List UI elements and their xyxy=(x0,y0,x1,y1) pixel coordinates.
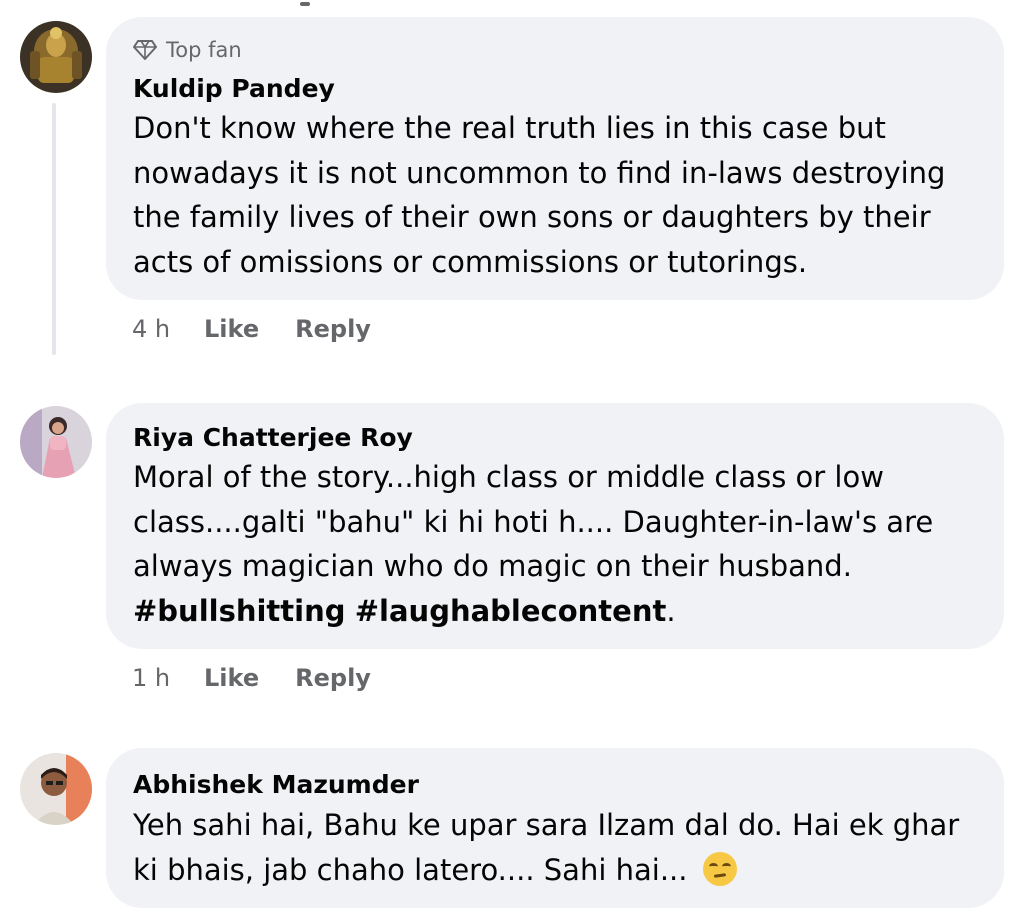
comment-text: Moral of the story...high class or middl… xyxy=(133,455,993,633)
comment-text-line-content: ki bhais, jab chaho latero.... Sahi hai.… xyxy=(133,852,688,887)
avatar-image-icon xyxy=(20,406,92,478)
comment-text: Don't know where the real truth lies in … xyxy=(133,106,993,284)
hashtag-end: . xyxy=(666,593,676,628)
comment-text: Yeh sahi hai, Bahu ke upar sara Ilzam da… xyxy=(133,803,993,892)
hashtag-link[interactable]: #bullshitting xyxy=(133,594,346,628)
badge-label: Top fan xyxy=(166,38,242,62)
comment-text-line: class....galti "bahu" ki hi hoti h.... D… xyxy=(133,504,934,539)
comment-bubble: Riya Chatterjee Roy Moral of the story..… xyxy=(106,403,1004,649)
avatar-image-icon xyxy=(20,753,92,825)
unamused-face-icon xyxy=(702,851,737,886)
previous-comment-fragment xyxy=(300,0,390,6)
comment-author[interactable]: Riya Chatterjee Roy xyxy=(133,423,413,452)
like-button[interactable]: Like xyxy=(204,315,259,343)
comment-bubble: Abhishek Mazumder Yeh sahi hai, Bahu ke … xyxy=(106,748,1004,908)
diamond-icon xyxy=(133,40,157,60)
comment-text-line: always magician who do magic on their hu… xyxy=(133,549,852,583)
comment-bubble: Top fan Kuldip Pandey Don't know where t… xyxy=(106,17,1004,300)
hashtag-line: #bullshitting #laughablecontent. xyxy=(133,589,993,634)
comment-text-line: Don't know where the real truth lies in … xyxy=(133,111,886,145)
comment-text-line: ki bhais, jab chaho latero.... Sahi hai.… xyxy=(133,848,993,893)
reply-button[interactable]: Reply xyxy=(295,664,371,692)
avatar[interactable] xyxy=(20,753,92,825)
reply-button[interactable]: Reply xyxy=(295,315,371,343)
comment-author[interactable]: Kuldip Pandey xyxy=(133,74,335,103)
comment-timestamp[interactable]: 4 h xyxy=(132,315,204,343)
comment-actions: 1 h Like Reply xyxy=(132,663,407,693)
comment-text-line: nowadays it is not uncommon to find in-l… xyxy=(133,155,946,190)
hashtag-link[interactable]: #laughablecontent xyxy=(355,594,667,628)
comment-author[interactable]: Abhishek Mazumder xyxy=(133,770,419,799)
comment-text-line: acts of omissions or commissions or tuto… xyxy=(133,244,808,279)
avatar[interactable] xyxy=(20,21,92,93)
avatar[interactable] xyxy=(20,406,92,478)
comment-text-line: Yeh sahi hai, Bahu ke upar sara Ilzam da… xyxy=(133,808,960,842)
reply-thread-line xyxy=(52,103,56,355)
comment-text-line: Moral of the story...high class or middl… xyxy=(133,460,884,494)
comment-actions: 4 h Like Reply xyxy=(132,314,407,344)
comment-text-line: the family lives of their own sons or da… xyxy=(133,200,931,234)
comment-timestamp[interactable]: 1 h xyxy=(132,664,204,692)
avatar-image-icon xyxy=(20,21,92,93)
like-button[interactable]: Like xyxy=(204,664,259,692)
top-fan-badge: Top fan xyxy=(133,37,242,63)
